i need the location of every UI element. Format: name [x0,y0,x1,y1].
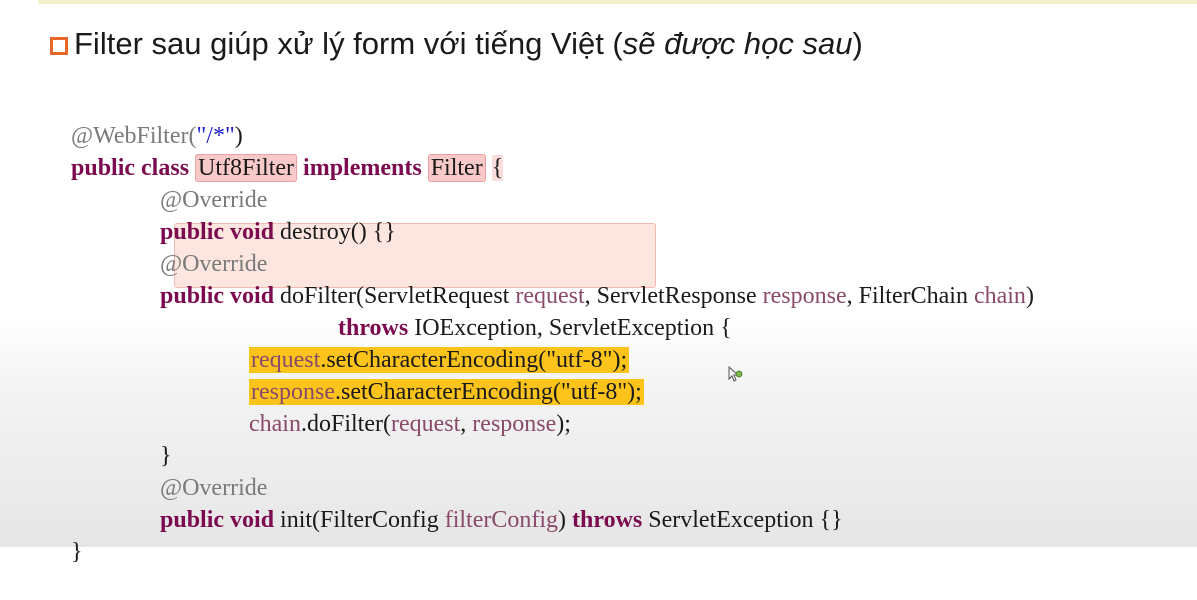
variable: chain [249,411,301,437]
parameter: chain [973,283,1026,309]
parameter: response [762,283,847,309]
code-line: public void init(FilterConfig filterConf… [136,472,843,533]
code-line: response.setCharacterEncoding("utf-8"); [225,344,644,405]
code-line: throws IOException, ServletException { [314,280,732,341]
heading-text: Filter sau giúp xử lý form với tiếng Việ… [74,26,623,61]
keyword: public void [160,507,275,533]
hollow-square-bullet-icon [50,37,68,55]
code-text: destroy() {} [280,219,396,245]
top-rule [38,0,1197,4]
code-text: .doFilter( [300,411,391,437]
code-text: } [71,539,83,565]
code-line: } [47,504,83,565]
parameter: filterConfig [444,507,559,533]
code-text: ServletException {} [648,507,843,533]
code-line: public void doFilter(ServletRequest requ… [136,248,1034,309]
code-text: ); [556,411,571,437]
code-line: chain.doFilter(request, response); [225,376,571,437]
code-line: } [136,408,172,469]
code-text: , FilterChain [846,283,968,309]
keyword: public void [160,283,275,309]
code-line: public void destroy() {} [136,184,396,245]
keyword: throws [572,507,643,533]
code-text: ) [558,507,567,533]
keyword: implements [303,155,422,181]
code-line: @Override [136,216,267,277]
variable: response [472,411,557,437]
code-text: ) [1025,283,1034,309]
heading-italic: sẽ được học sau [622,26,853,61]
mouse-cursor-icon [728,366,743,382]
code-text: , [460,411,473,437]
code-text: { [491,155,504,181]
interface-name: Filter [427,154,486,182]
code-line: request.setCharacterEncoding("utf-8"); [225,312,630,373]
code-line: @Override [136,152,267,213]
code-line: @Override [136,440,267,501]
slide-heading: Filter sau giúp xử lý form với tiếng Việ… [50,26,863,62]
code-text: ); [627,379,642,405]
heading-close: ) [852,26,863,61]
code-text: init(FilterConfig [280,507,439,533]
code-line: public class Utf8Filter implements Filte… [47,120,504,182]
variable: request [390,411,461,437]
code-line: @WebFilter("/*") [47,88,243,149]
